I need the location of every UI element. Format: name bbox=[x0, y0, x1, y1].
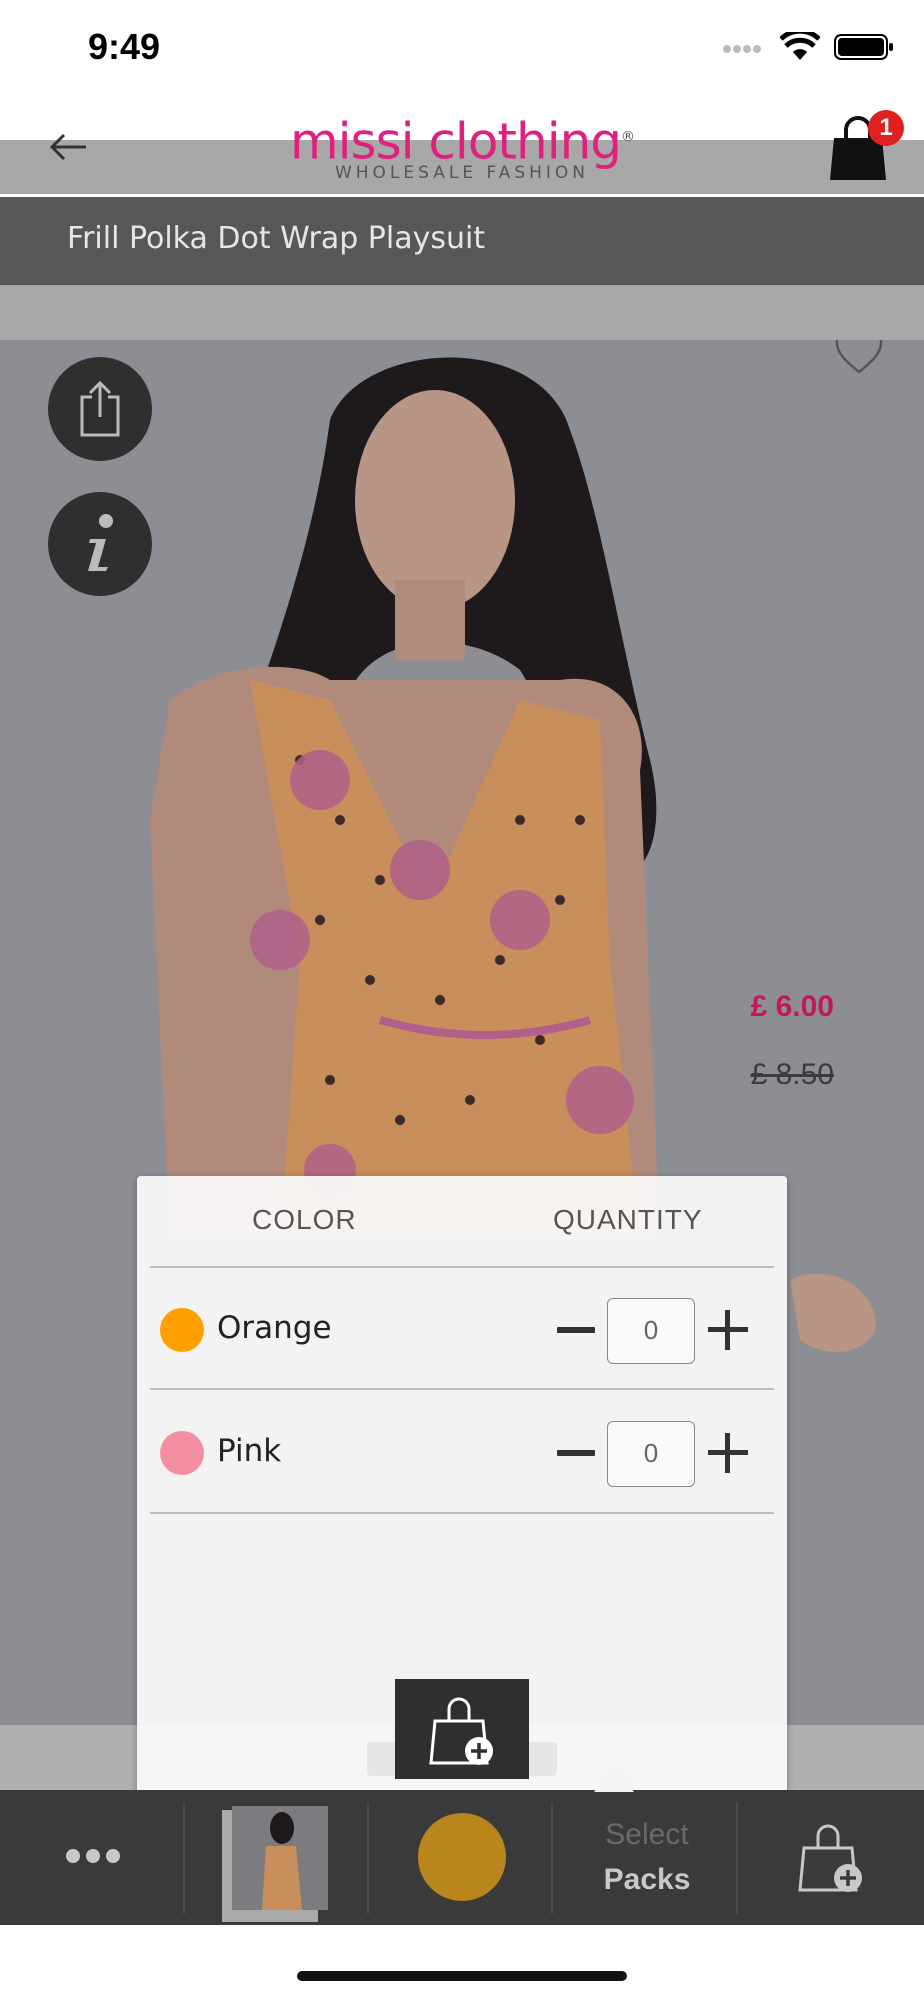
minus-icon bbox=[557, 1327, 595, 1333]
column-quantity-header: QUANTITY bbox=[553, 1204, 703, 1235]
add-to-bag-tab[interactable] bbox=[737, 1790, 924, 1925]
decrement-button[interactable] bbox=[555, 1310, 597, 1350]
color-label: Orange bbox=[217, 1310, 332, 1346]
bottom-toolbar: Select Packs bbox=[0, 1790, 924, 1925]
product-thumbnail[interactable] bbox=[232, 1806, 328, 1910]
brand-logo: missi clothing® WHOLESALE FASHION bbox=[0, 112, 924, 183]
quantity-input[interactable]: 0 bbox=[607, 1421, 695, 1487]
info-icon bbox=[88, 514, 113, 571]
quantity-input[interactable]: 0 bbox=[607, 1298, 695, 1364]
logo-subtitle: WHOLESALE FASHION bbox=[334, 162, 590, 183]
cart-button[interactable]: 1 bbox=[820, 108, 904, 186]
app-header: missi clothing® WHOLESALE FASHION 1 bbox=[0, 100, 924, 196]
cart-badge: 1 bbox=[868, 110, 904, 146]
bag-add-icon bbox=[798, 1824, 862, 1892]
price-current: £ 6.00 bbox=[750, 990, 834, 1023]
logo-text: missi clothing bbox=[289, 112, 622, 171]
sub-band bbox=[0, 285, 924, 340]
color-quantity-popup: COLOR QUANTITY Orange 0 Pink 0 bbox=[137, 1176, 787, 1800]
decrement-button[interactable] bbox=[555, 1433, 597, 1473]
selected-color-button[interactable] bbox=[418, 1813, 506, 1901]
info-button[interactable] bbox=[48, 492, 152, 596]
more-options-tab[interactable] bbox=[0, 1790, 183, 1925]
color-label: Pink bbox=[217, 1433, 282, 1469]
increment-button[interactable] bbox=[708, 1310, 748, 1350]
add-to-bag-button[interactable] bbox=[395, 1679, 529, 1779]
status-bar: 9:49 bbox=[0, 0, 924, 100]
product-title-bar: Frill Polka Dot Wrap Playsuit bbox=[0, 197, 924, 285]
battery-icon bbox=[834, 34, 893, 60]
wifi-icon bbox=[780, 32, 820, 60]
home-area bbox=[0, 1925, 924, 2000]
popup-header: COLOR QUANTITY bbox=[137, 1176, 787, 1266]
color-swatch bbox=[160, 1431, 204, 1475]
more-icon bbox=[66, 1849, 120, 1863]
select-packs-tab[interactable]: Select Packs bbox=[552, 1790, 735, 1925]
select-label: Select bbox=[605, 1818, 689, 1851]
price-original: £ 8.50 bbox=[750, 1058, 834, 1091]
favorite-heart-icon[interactable] bbox=[834, 340, 884, 376]
column-color-header: COLOR bbox=[252, 1204, 357, 1235]
product-title: Frill Polka Dot Wrap Playsuit bbox=[67, 221, 486, 256]
divider bbox=[150, 1388, 774, 1390]
logo-registered: ® bbox=[621, 129, 635, 145]
minus-icon bbox=[557, 1450, 595, 1456]
increment-button[interactable] bbox=[708, 1433, 748, 1473]
bag-add-icon bbox=[429, 1697, 493, 1765]
color-row-orange: Orange 0 bbox=[137, 1268, 787, 1388]
signal-icon bbox=[723, 45, 761, 53]
divider bbox=[150, 1512, 774, 1514]
status-time: 9:49 bbox=[88, 26, 161, 67]
share-icon bbox=[80, 380, 120, 437]
packs-label: Packs bbox=[603, 1863, 691, 1896]
color-swatch bbox=[160, 1308, 204, 1352]
color-row-pink: Pink 0 bbox=[137, 1391, 787, 1511]
thumbnail-image bbox=[232, 1806, 328, 1910]
share-button[interactable] bbox=[48, 357, 152, 461]
status-icons bbox=[722, 32, 894, 62]
home-indicator[interactable] bbox=[297, 1971, 627, 1981]
popup-pointer bbox=[594, 1766, 634, 1792]
